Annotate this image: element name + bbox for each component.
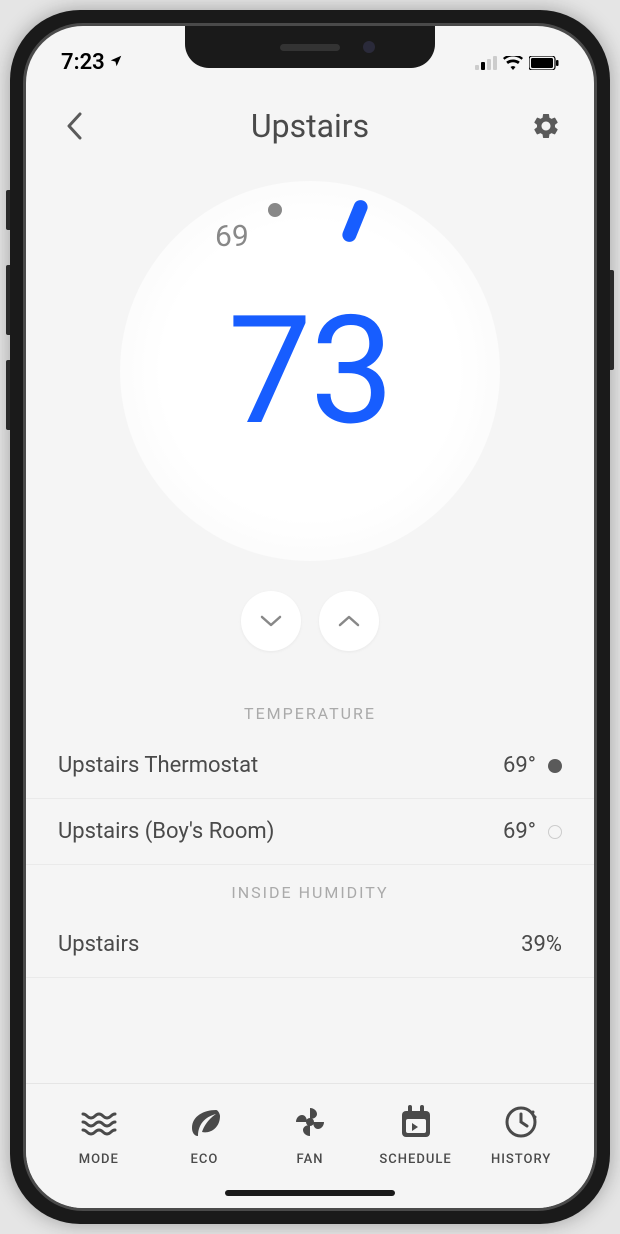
- tab-schedule[interactable]: SCHEDULE: [363, 1102, 469, 1167]
- sensor-name: Upstairs Thermostat: [58, 753, 258, 778]
- page-title: Upstairs: [251, 107, 369, 145]
- sensor-row[interactable]: Upstairs (Boy's Room) 69°: [26, 799, 594, 865]
- sensor-temp: 69°: [503, 819, 536, 844]
- battery-icon: [529, 56, 559, 70]
- home-indicator[interactable]: [225, 1190, 395, 1196]
- sensor-inactive-indicator: [548, 825, 562, 839]
- tab-mode[interactable]: MODE: [46, 1102, 152, 1167]
- volume-up: [6, 265, 10, 335]
- humidity-row[interactable]: Upstairs 39%: [26, 912, 594, 978]
- tab-label: FAN: [297, 1152, 324, 1167]
- signal-icon: [475, 56, 497, 70]
- tab-history[interactable]: HISTORY: [468, 1102, 574, 1167]
- screen: 7:23: [26, 26, 594, 1208]
- history-icon: [501, 1102, 541, 1142]
- wifi-icon: [503, 56, 523, 70]
- temp-down-button[interactable]: [241, 591, 301, 651]
- settings-button[interactable]: [526, 106, 566, 146]
- status-time: 7:23: [61, 50, 105, 75]
- tab-label: MODE: [79, 1152, 119, 1167]
- power-button: [610, 270, 614, 370]
- temp-controls: [26, 571, 594, 686]
- humidity-value: 39%: [521, 932, 562, 957]
- dial-current-marker: [340, 198, 369, 244]
- sensor-row[interactable]: Upstairs Thermostat 69°: [26, 733, 594, 799]
- sensor-name: Upstairs (Boy's Room): [58, 819, 274, 844]
- back-button[interactable]: [54, 106, 94, 146]
- dial-target-marker: [268, 203, 282, 217]
- fan-icon: [290, 1102, 330, 1142]
- phone-frame: 7:23: [10, 10, 610, 1224]
- dial-target-temp: 69: [215, 219, 249, 254]
- humidity-section-label: INSIDE HUMIDITY: [26, 865, 594, 912]
- volume-down: [6, 360, 10, 430]
- thermostat-dial[interactable]: 69 73: [120, 181, 500, 561]
- tab-label: HISTORY: [491, 1152, 551, 1167]
- temp-up-button[interactable]: [319, 591, 379, 651]
- sensor-active-indicator: [548, 759, 562, 773]
- tab-fan[interactable]: FAN: [257, 1102, 363, 1167]
- leaf-icon: [184, 1102, 224, 1142]
- location-icon: [109, 53, 123, 72]
- header: Upstairs: [26, 81, 594, 161]
- dial-current-temp: 73: [228, 283, 393, 459]
- dial-container: 69 73: [26, 161, 594, 571]
- tab-eco[interactable]: ECO: [152, 1102, 258, 1167]
- mode-icon: [79, 1102, 119, 1142]
- calendar-icon: [396, 1102, 436, 1142]
- silence-switch: [6, 190, 10, 230]
- notch: [185, 26, 435, 68]
- humidity-name: Upstairs: [58, 932, 139, 957]
- tab-label: ECO: [190, 1152, 218, 1167]
- tab-label: SCHEDULE: [379, 1152, 451, 1167]
- temperature-section-label: TEMPERATURE: [26, 686, 594, 733]
- sensor-temp: 69°: [503, 753, 536, 778]
